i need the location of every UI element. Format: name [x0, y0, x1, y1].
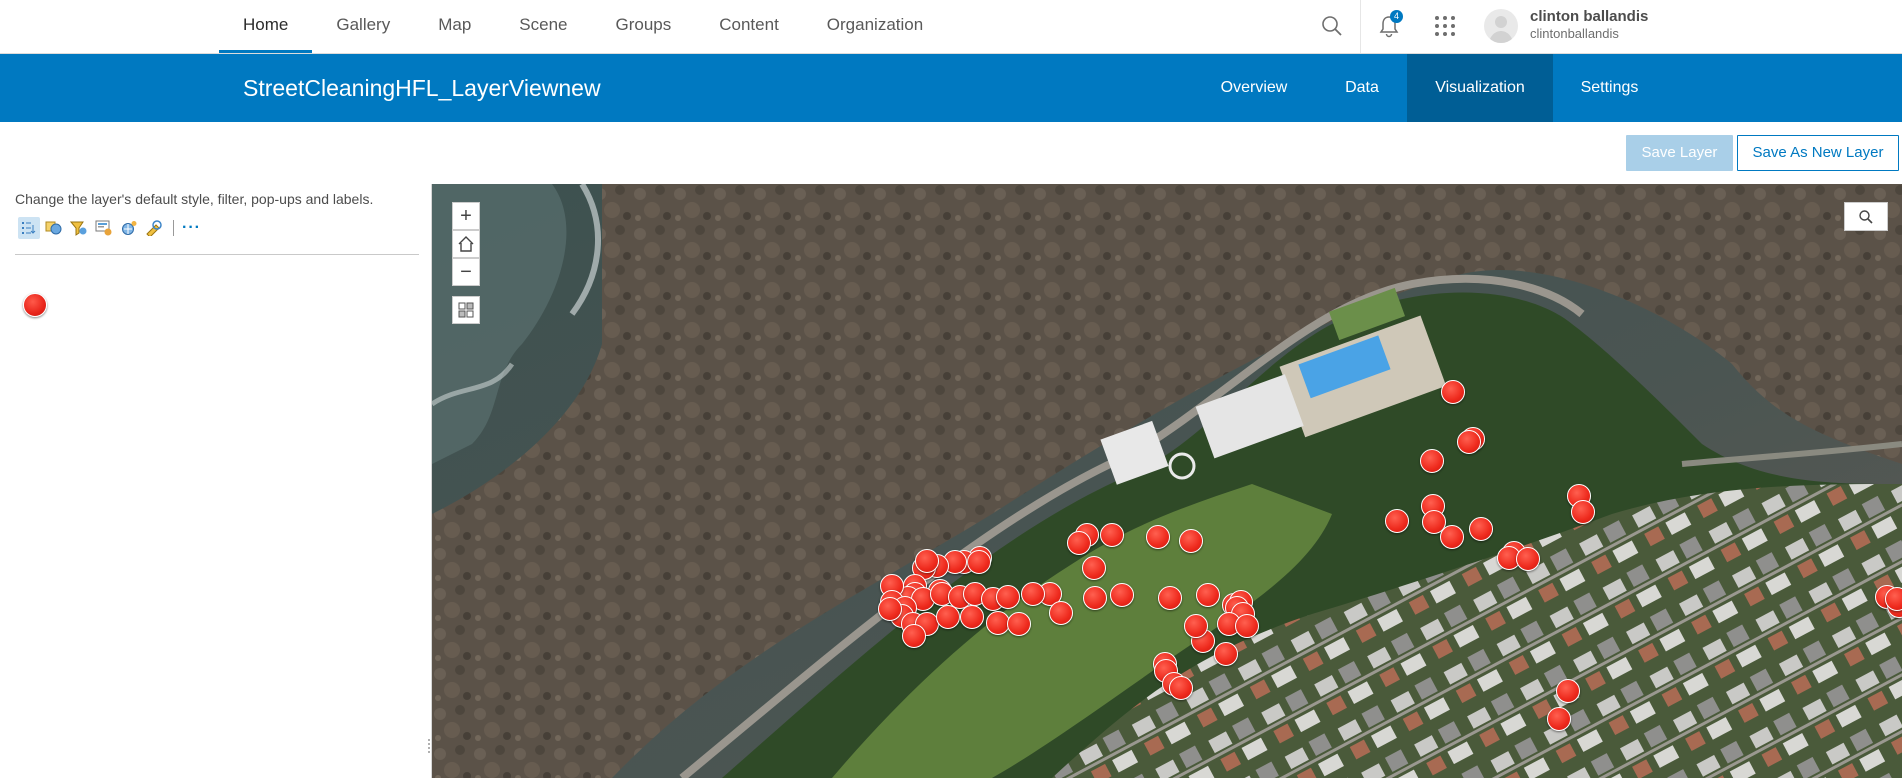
- layer-list-icon[interactable]: [18, 217, 40, 239]
- feature-marker[interactable]: [1067, 531, 1091, 555]
- feature-marker[interactable]: [1100, 523, 1124, 547]
- zoom-in-button[interactable]: +: [452, 202, 480, 230]
- page-title: StreetCleaningHFL_LayerViewnew: [243, 75, 601, 101]
- legend-symbol-red-dot: [23, 293, 47, 317]
- configure-popup-icon[interactable]: [93, 217, 115, 239]
- nav-organization[interactable]: Organization: [803, 0, 947, 53]
- basemap-gallery-button[interactable]: [452, 296, 480, 324]
- change-style-icon[interactable]: [43, 217, 65, 239]
- toolbar-divider: [173, 220, 174, 236]
- feature-marker[interactable]: [1420, 449, 1444, 473]
- item-header: StreetCleaningHFL_LayerViewnew Overview …: [0, 54, 1902, 122]
- feature-marker[interactable]: [1169, 676, 1193, 700]
- zoom-out-button[interactable]: −: [452, 258, 480, 286]
- style-panel: Change the layer's default style, filter…: [0, 184, 432, 778]
- top-navigation-bar: Home Gallery Map Scene Groups Content Or…: [0, 0, 1902, 54]
- map-search-button[interactable]: [1844, 202, 1888, 231]
- nav-home[interactable]: Home: [219, 0, 313, 53]
- home-icon: [458, 236, 474, 252]
- feature-marker[interactable]: [1885, 587, 1902, 611]
- labels-icon[interactable]: [118, 217, 140, 239]
- feature-marker[interactable]: [1021, 582, 1045, 606]
- nav-content[interactable]: Content: [695, 0, 803, 53]
- tab-visualization[interactable]: Visualization: [1407, 54, 1553, 122]
- nav-gallery[interactable]: Gallery: [312, 0, 414, 53]
- feature-marker[interactable]: [1082, 556, 1106, 580]
- feature-marker[interactable]: [1440, 525, 1464, 549]
- feature-marker[interactable]: [1516, 547, 1540, 571]
- feature-marker[interactable]: [1196, 583, 1220, 607]
- feature-marker[interactable]: [967, 550, 991, 574]
- feature-marker[interactable]: [902, 624, 926, 648]
- feature-marker[interactable]: [1571, 500, 1595, 524]
- nav-map[interactable]: Map: [414, 0, 495, 53]
- feature-marker[interactable]: [1179, 529, 1203, 553]
- search-icon: [1859, 209, 1873, 224]
- more-options-icon[interactable]: ···: [182, 219, 201, 237]
- feature-marker[interactable]: [1158, 586, 1182, 610]
- user-username[interactable]: clintonballandis: [1530, 26, 1619, 41]
- feature-marker[interactable]: [1214, 642, 1238, 666]
- save-layer-button[interactable]: Save Layer: [1626, 135, 1733, 171]
- avatar[interactable]: [1484, 9, 1518, 43]
- feature-marker[interactable]: [1049, 601, 1073, 625]
- feature-marker[interactable]: [1385, 509, 1409, 533]
- nav-groups[interactable]: Groups: [592, 0, 696, 53]
- app-launcher-icon[interactable]: [1433, 14, 1457, 38]
- map-view[interactable]: + −: [432, 184, 1902, 778]
- user-full-name[interactable]: clinton ballandis: [1530, 8, 1648, 25]
- basemap-gallery-icon: [458, 302, 474, 318]
- feature-marker[interactable]: [1556, 679, 1580, 703]
- search-icon[interactable]: [1320, 14, 1344, 38]
- panel-resize-handle[interactable]: [427, 734, 431, 758]
- filter-icon[interactable]: [68, 217, 90, 239]
- feature-marker[interactable]: [1547, 707, 1571, 731]
- nav-divider: [1360, 0, 1361, 53]
- panel-description: Change the layer's default style, filter…: [15, 191, 374, 207]
- feature-marker[interactable]: [915, 549, 939, 573]
- main-nav: Home Gallery Map Scene Groups Content Or…: [219, 0, 947, 53]
- tab-overview[interactable]: Overview: [1206, 54, 1302, 122]
- tab-data[interactable]: Data: [1326, 54, 1398, 122]
- feature-marker[interactable]: [1007, 612, 1031, 636]
- feature-marker[interactable]: [1184, 614, 1208, 638]
- feature-marker[interactable]: [1469, 517, 1493, 541]
- feature-marker[interactable]: [1110, 583, 1134, 607]
- panel-toolbar: ···: [18, 217, 201, 239]
- bell-icon[interactable]: 4: [1378, 10, 1403, 38]
- analysis-icon[interactable]: [143, 217, 165, 239]
- action-bar: [0, 122, 1902, 185]
- feature-marker[interactable]: [1457, 430, 1481, 454]
- save-as-new-layer-button[interactable]: Save As New Layer: [1737, 135, 1899, 171]
- feature-marker[interactable]: [1083, 586, 1107, 610]
- feature-marker[interactable]: [878, 597, 902, 621]
- feature-marker[interactable]: [936, 605, 960, 629]
- feature-marker[interactable]: [1235, 614, 1259, 638]
- tab-settings[interactable]: Settings: [1567, 54, 1652, 122]
- home-button[interactable]: [452, 230, 480, 258]
- feature-marker[interactable]: [960, 605, 984, 629]
- panel-divider: [15, 254, 419, 255]
- nav-scene[interactable]: Scene: [495, 0, 591, 53]
- feature-marker[interactable]: [1441, 380, 1465, 404]
- notification-count-badge: 4: [1390, 10, 1403, 23]
- feature-marker[interactable]: [996, 585, 1020, 609]
- feature-marker[interactable]: [1146, 525, 1170, 549]
